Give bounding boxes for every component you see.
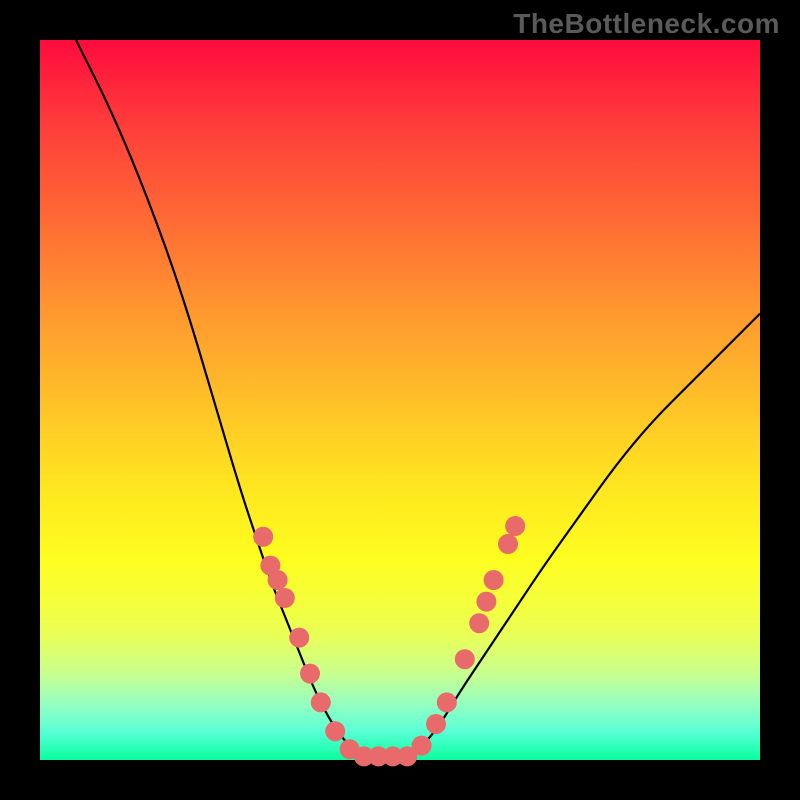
data-marker <box>455 649 475 669</box>
data-marker <box>469 613 489 633</box>
data-marker <box>325 721 345 741</box>
watermark-text: TheBottleneck.com <box>513 8 780 40</box>
data-marker <box>426 714 446 734</box>
data-marker <box>437 692 457 712</box>
chart-overlay <box>40 40 760 760</box>
chart-frame: TheBottleneck.com <box>0 0 800 800</box>
bottleneck-curve <box>76 40 760 760</box>
data-marker <box>505 516 525 536</box>
data-marker <box>253 527 273 547</box>
data-marker <box>476 592 496 612</box>
data-marker <box>311 692 331 712</box>
data-marker <box>412 736 432 756</box>
data-marker <box>268 570 288 590</box>
data-marker <box>498 534 518 554</box>
data-marker <box>484 570 504 590</box>
data-marker <box>289 628 309 648</box>
data-marker <box>300 664 320 684</box>
marker-group <box>253 516 525 766</box>
data-marker <box>275 588 295 608</box>
